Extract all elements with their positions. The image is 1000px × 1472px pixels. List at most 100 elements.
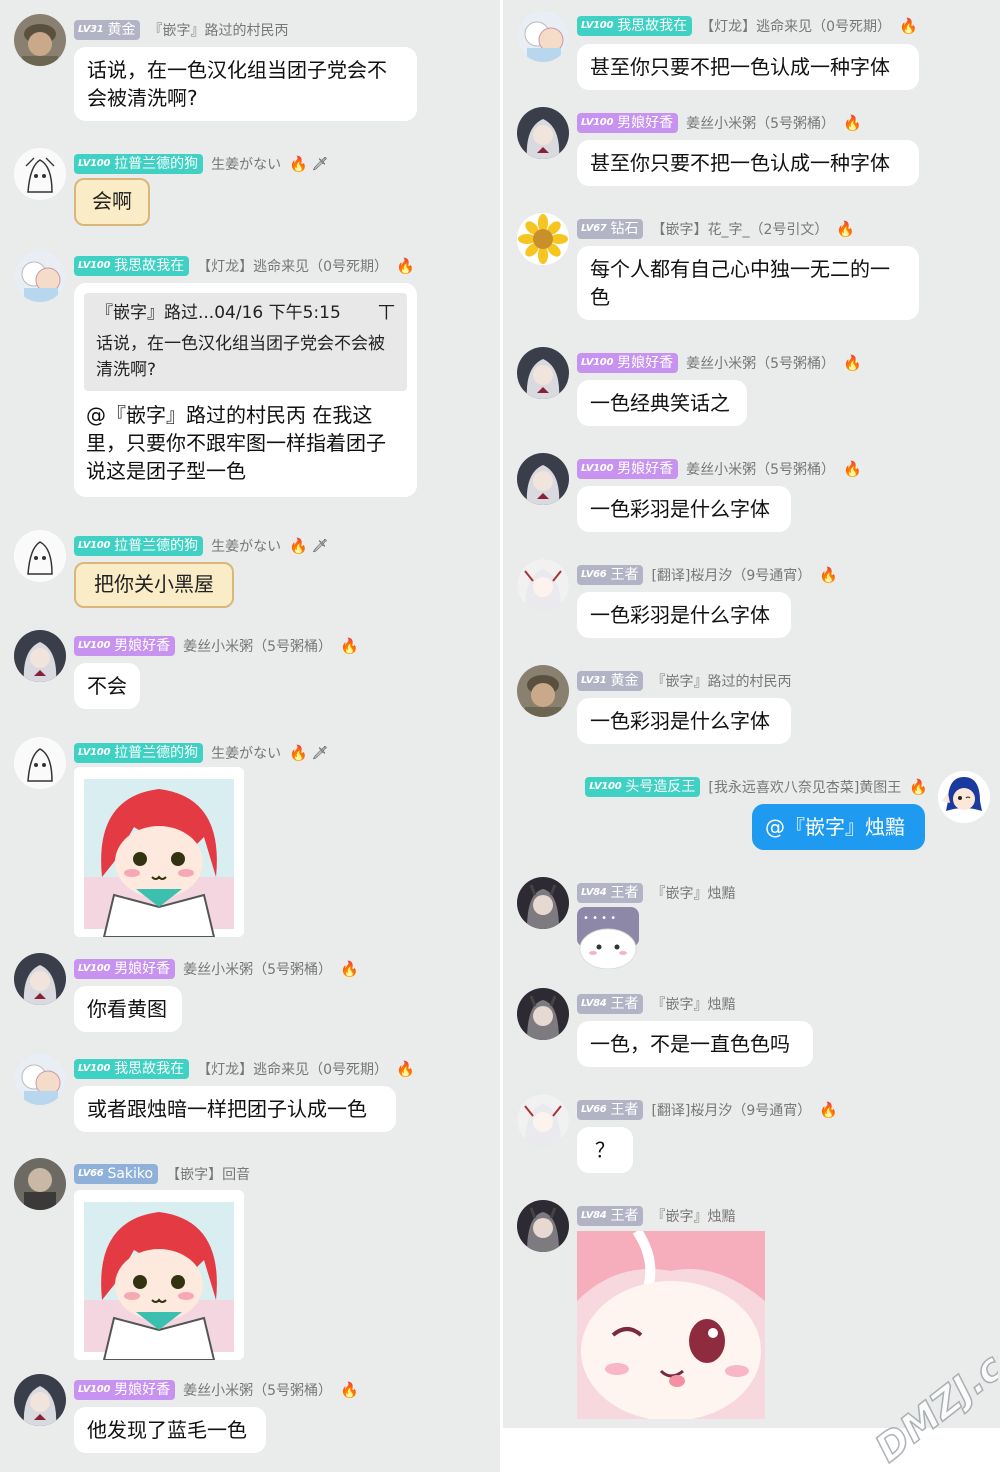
avatar[interactable]: [517, 559, 569, 611]
user-title: 姜丝小米粥（5号粥桶）: [686, 462, 836, 478]
avatar[interactable]: [14, 530, 66, 582]
message-meta: LV67 钻石 【嵌字】花_字_（2号引文） 🔥: [577, 217, 855, 241]
message-bubble[interactable]: 一色经典笑话之: [577, 380, 747, 426]
message-meta: LV100 男娘好香 姜丝小米粥（5号粥桶） 🔥: [577, 351, 862, 375]
message-bubble[interactable]: 你看黄图: [74, 986, 182, 1032]
level-badge: LV100 拉普兰德的狗: [74, 743, 204, 763]
message-bubble[interactable]: 一色彩羽是什么字体: [577, 592, 791, 638]
level-badge: LV100 我思故我在: [74, 256, 190, 276]
sticker-image[interactable]: [577, 1231, 765, 1419]
avatar[interactable]: [938, 771, 990, 823]
user-title: 生姜がない: [211, 539, 282, 555]
chat-column-right: LV100 我思故我在 【灯龙】逃命来见（0号死期） 🔥 甚至你只要不把一色认成一…: [503, 0, 1000, 1428]
message-bubble[interactable]: 或者跟烛暗一样把团子认成一色: [74, 1086, 396, 1132]
message-bubble[interactable]: 话说，在一色汉化组当团子党会不会被清洗啊?: [74, 47, 417, 121]
sword-icon: 🗡: [311, 538, 329, 554]
avatar[interactable]: [517, 347, 569, 399]
avatar[interactable]: [517, 877, 569, 929]
sticker-image[interactable]: [74, 767, 244, 937]
fire-icon: 🔥: [843, 354, 862, 372]
level-badge: LV100 男娘好香: [74, 636, 176, 656]
message-meta: LV100 男娘好香 姜丝小米粥（5号粥桶） 🔥: [74, 1378, 359, 1402]
message-bubble[interactable]: 不会: [74, 663, 140, 709]
message-bubble[interactable]: 每个人都有自己心中独一无二的一色: [577, 246, 919, 320]
message-meta: LV84 王者 『嵌字』烛黯: [577, 992, 735, 1016]
message-bubble[interactable]: 会啊: [74, 178, 150, 226]
message-meta: LV100 拉普兰德的狗 生姜がない 🔥 🗡: [74, 741, 328, 765]
quoted-message[interactable]: 『嵌字』路过...04/16 下午5:15 丅 话说，在一色汉化组当团子党会不会被…: [84, 293, 407, 391]
avatar[interactable]: [14, 953, 66, 1005]
fire-icon: 🔥: [340, 637, 359, 655]
avatar[interactable]: [517, 107, 569, 159]
avatar[interactable]: [517, 1094, 569, 1146]
message-bubble[interactable]: @『嵌字』烛黯: [752, 804, 925, 850]
avatar[interactable]: [14, 1374, 66, 1426]
avatar[interactable]: [14, 1053, 66, 1105]
avatar[interactable]: [517, 1200, 569, 1252]
message-meta: LV84 王者 『嵌字』烛黯: [577, 881, 735, 905]
avatar[interactable]: [14, 250, 66, 302]
message-bubble[interactable]: 甚至你只要不把一色认成一种字体: [577, 44, 919, 90]
user-title: 姜丝小米粥（5号粥桶）: [686, 116, 836, 132]
avatar[interactable]: [14, 1158, 66, 1210]
avatar[interactable]: [14, 148, 66, 200]
message-meta: LV66 王者 [翻译]桜月汐（9号通宵） 🔥: [577, 563, 838, 587]
fire-icon: 🔥: [340, 1381, 359, 1399]
message-bubble[interactable]: 他发现了蓝毛一色: [74, 1407, 266, 1453]
message-bubble[interactable]: 把你关小黑屋: [74, 562, 234, 608]
user-title: 姜丝小米粥（5号粥桶）: [183, 1383, 333, 1399]
avatar[interactable]: [517, 10, 569, 62]
fire-icon: 🔥: [289, 155, 308, 173]
fire-icon: 🔥: [819, 566, 838, 584]
message-meta: LV100 我思故我在 【灯龙】逃命来见（0号死期） 🔥: [74, 254, 415, 278]
level-badge: LV66 王者: [577, 565, 644, 585]
user-title: 『嵌字』烛黯: [651, 997, 736, 1013]
avatar[interactable]: [14, 14, 66, 66]
level-badge: LV100 男娘好香: [577, 459, 679, 479]
fire-icon: 🔥: [396, 1060, 415, 1078]
user-title: 【灯龙】逃命来见（0号死期）: [197, 1062, 389, 1078]
message-bubble[interactable]: 一色彩羽是什么字体: [577, 486, 791, 532]
message-meta: LV100 男娘好香 姜丝小米粥（5号粥桶） 🔥: [577, 457, 862, 481]
level-badge: LV100 我思故我在: [74, 1059, 190, 1079]
fire-icon: 🔥: [909, 778, 928, 796]
message-meta: LV31 黄金 『嵌字』路过的村民丙: [74, 18, 288, 42]
sword-icon: 🗡: [311, 156, 329, 172]
level-badge: LV67 钻石: [577, 219, 644, 239]
quote-text: 话说，在一色汉化组当团子党会不会被清洗啊?: [96, 334, 385, 380]
user-title: 姜丝小米粥（5号粥桶）: [183, 639, 333, 655]
user-title: 【灯龙】逃命来见（0号死期）: [197, 259, 389, 275]
sword-icon: 🗡: [311, 745, 329, 761]
watermark-logo: DMZJ.com: [866, 1340, 998, 1470]
avatar[interactable]: [14, 630, 66, 682]
sticker-image[interactable]: • • • •: [577, 907, 639, 969]
svg-text:• • • •: • • • •: [583, 913, 616, 924]
fire-icon: 🔥: [819, 1101, 838, 1119]
level-badge: LV100 男娘好香: [74, 1380, 176, 1400]
sticker-image[interactable]: [74, 1190, 244, 1360]
message-meta: LV31 黄金 『嵌字』路过的村民丙: [577, 669, 791, 693]
avatar[interactable]: [517, 988, 569, 1040]
level-badge: LV100 男娘好香: [577, 353, 679, 373]
quote-header: 『嵌字』路过...04/16 下午5:15: [96, 303, 341, 323]
message-bubble[interactable]: 一色，不是一直色色吗: [577, 1021, 813, 1067]
avatar[interactable]: [517, 453, 569, 505]
message-meta: LV100 男娘好香 姜丝小米粥（5号粥桶） 🔥: [74, 634, 359, 658]
fire-icon: 🔥: [836, 220, 856, 238]
level-badge: LV66 Sakiko: [74, 1164, 159, 1184]
avatar[interactable]: [14, 737, 66, 789]
user-title: 『嵌字』烛黯: [651, 886, 736, 902]
message-bubble[interactable]: ？: [577, 1127, 633, 1173]
user-title: 生姜がない: [211, 746, 282, 762]
message-text: @『嵌字』路过的村民丙 在我这里，只要你不跟牢图一样指着团子说这是团子型一色: [86, 403, 386, 483]
message-bubble[interactable]: 甚至你只要不把一色认成一种字体: [577, 140, 919, 186]
message-meta: LV100 男娘好香 姜丝小米粥（5号粥桶） 🔥: [74, 957, 359, 981]
message-bubble[interactable]: 『嵌字』路过...04/16 下午5:15 丅 话说，在一色汉化组当团子党会不会被…: [74, 283, 417, 497]
message-bubble[interactable]: 一色彩羽是什么字体: [577, 698, 791, 744]
avatar[interactable]: [517, 665, 569, 717]
message-meta: LV100 我思故我在 【灯龙】逃命来见（0号死期） 🔥: [74, 1057, 415, 1081]
avatar[interactable]: [517, 213, 569, 265]
level-badge: LV31 黄金: [74, 20, 141, 40]
chat-column-left: LV31 黄金 『嵌字』路过的村民丙 话说，在一色汉化组当团子党会不会被清洗啊? …: [0, 0, 500, 1472]
pin-icon: 丅: [378, 303, 395, 323]
